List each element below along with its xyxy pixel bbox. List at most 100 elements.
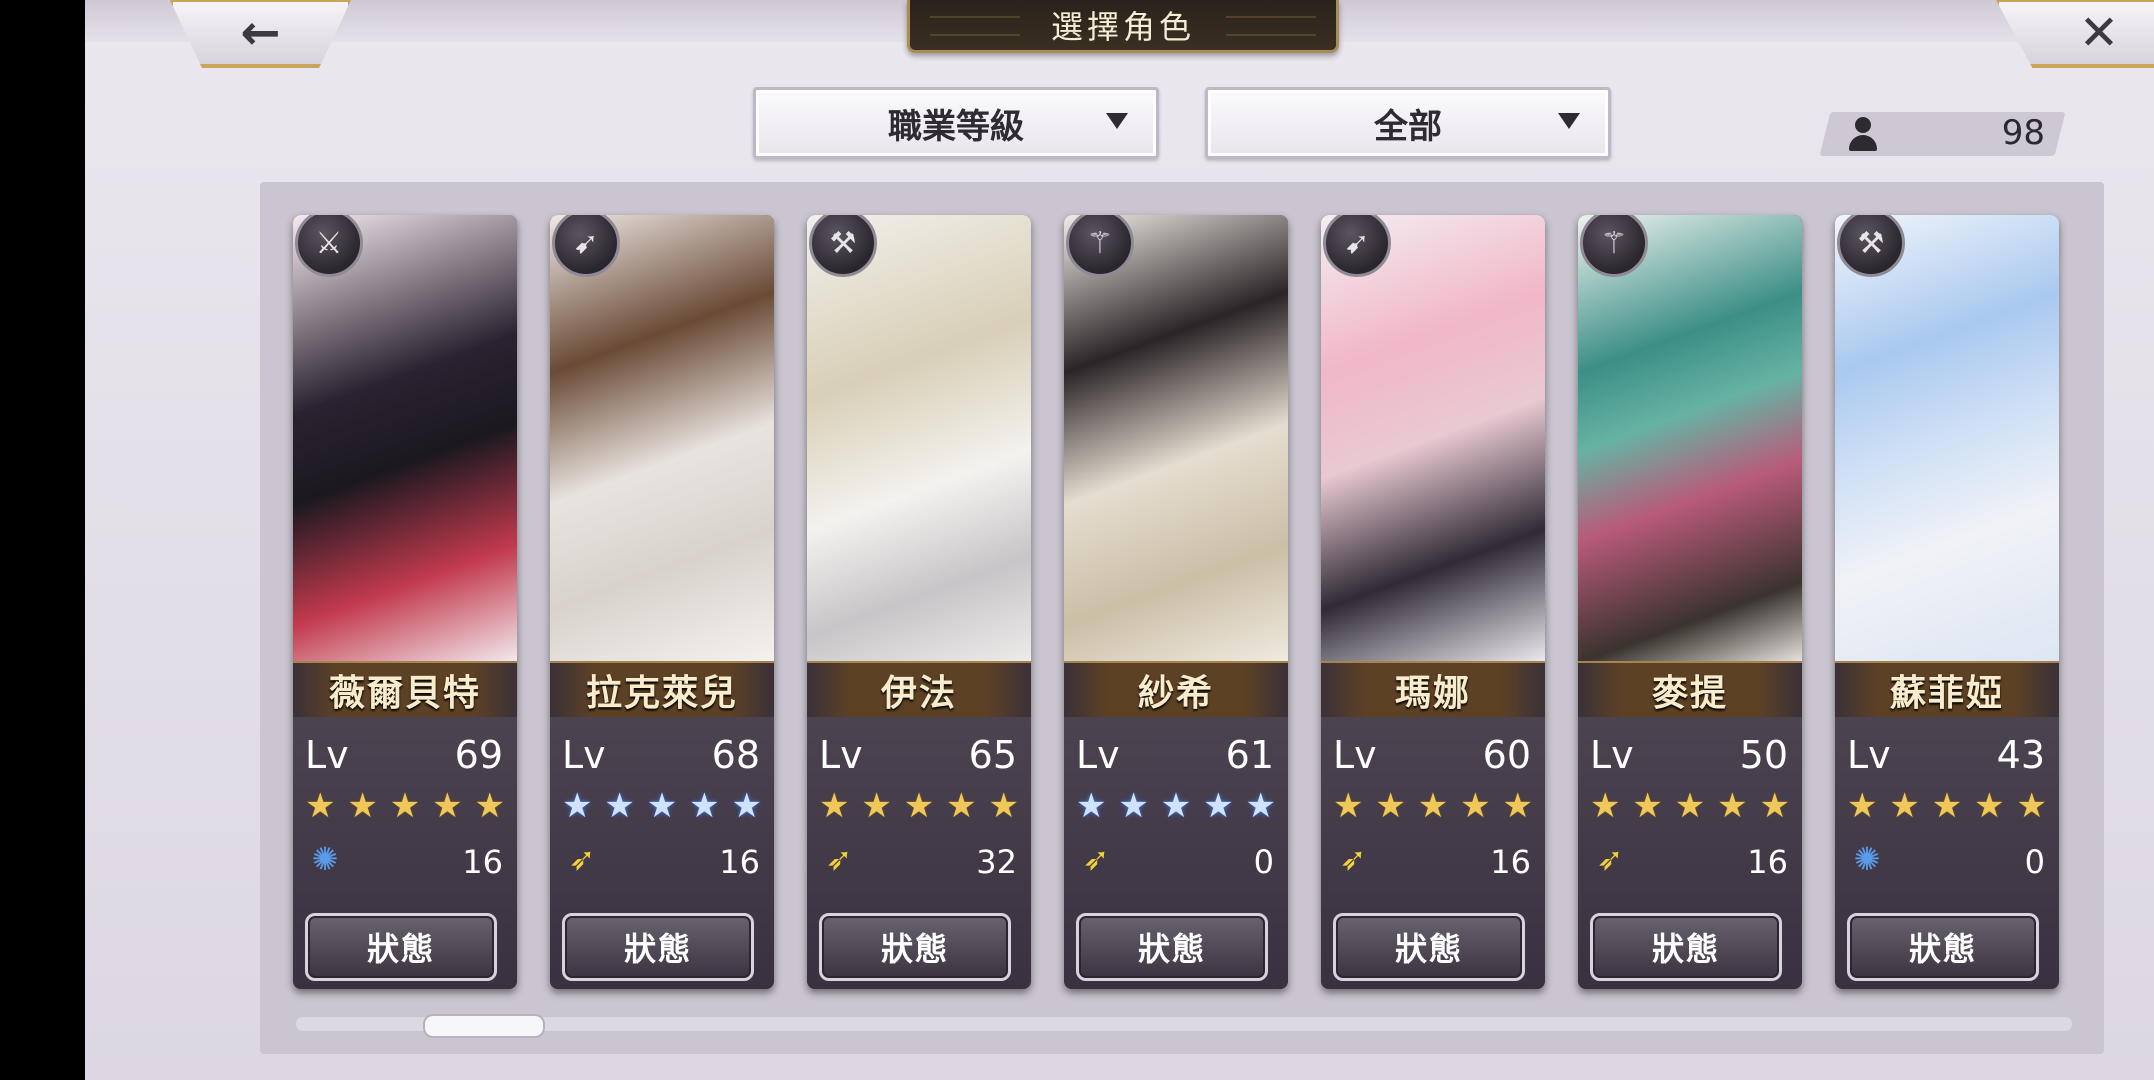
level-value: 60 [1482, 733, 1531, 777]
scrollbar-track[interactable] [296, 1017, 2072, 1031]
back-arrow-icon: ← [240, 5, 281, 61]
star-icon: ★ [474, 786, 505, 826]
light-icon: ➶ [568, 840, 596, 878]
star-icon: ★ [689, 786, 720, 826]
close-button[interactable]: ✕ [1995, 0, 2154, 68]
character-info: Lv 61 ★ ★ ★ ★ ★ ➶ 0 狀態 [1064, 717, 1288, 989]
status-button[interactable]: 狀態 [562, 913, 754, 981]
element-value: 32 [976, 843, 1017, 881]
star-icon: ★ [1632, 786, 1663, 826]
wind-icon: ✺ [1853, 840, 1881, 878]
level-label: Lv [305, 733, 349, 777]
roster-count: 98 [2001, 113, 2045, 153]
level-label: Lv [1076, 733, 1120, 777]
character-card[interactable]: ⚔ 薇爾貝特 Lv 69 ★ ★ ★ ★ ★ ✺ 16 狀態 [293, 215, 517, 989]
star-icon: ★ [1847, 786, 1878, 826]
status-button-label: 狀態 [880, 930, 949, 968]
light-icon: ➶ [1596, 840, 1624, 878]
rarity-stars: ★ ★ ★ ★ ★ [1333, 789, 1533, 823]
back-button[interactable]: ← [169, 0, 352, 68]
character-portrait[interactable] [1064, 215, 1288, 661]
close-icon: ✕ [2078, 5, 2120, 61]
character-card[interactable]: ➹ 瑪娜 Lv 60 ★ ★ ★ ★ ★ ➶ 16 狀態 [1321, 215, 1545, 989]
rarity-stars: ★ ★ ★ ★ ★ [305, 789, 505, 823]
character-info: Lv 68 ★ ★ ★ ★ ★ ➶ 16 狀態 [550, 717, 774, 989]
rarity-stars: ★ ★ ★ ★ ★ [819, 789, 1019, 823]
character-portrait[interactable] [1835, 215, 2059, 661]
star-icon: ★ [1590, 786, 1621, 826]
scrollbar-thumb[interactable] [423, 1014, 545, 1038]
star-icon: ★ [1759, 786, 1790, 826]
character-name: 伊法 [807, 661, 1031, 719]
wind-icon: ✺ [311, 840, 339, 878]
status-button-label: 狀態 [1908, 930, 1977, 968]
character-name: 麥提 [1578, 661, 1802, 719]
character-card[interactable]: ⚚ 紗希 Lv 61 ★ ★ ★ ★ ★ ➶ 0 狀態 [1064, 215, 1288, 989]
character-card[interactable]: ➹ 拉克萊兒 Lv 68 ★ ★ ★ ★ ★ ➶ 16 狀態 [550, 215, 774, 989]
status-button[interactable]: 狀態 [305, 913, 497, 981]
star-icon: ★ [819, 786, 850, 826]
status-button[interactable]: 狀態 [1847, 913, 2039, 981]
character-portrait[interactable] [1578, 215, 1802, 661]
rarity-stars: ★ ★ ★ ★ ★ [562, 789, 762, 823]
category-dropdown[interactable]: 全部 [1205, 87, 1611, 159]
star-icon: ★ [1931, 786, 1963, 826]
character-info: Lv 69 ★ ★ ★ ★ ★ ✺ 16 狀態 [293, 717, 517, 989]
star-icon: ★ [1245, 786, 1276, 826]
star-icon: ★ [1460, 786, 1491, 826]
star-icon: ★ [1333, 786, 1364, 826]
star-icon: ★ [305, 786, 336, 826]
element-value: 0 [2024, 843, 2045, 881]
element-value: 16 [462, 843, 503, 881]
status-button-label: 狀態 [366, 930, 435, 968]
star-icon: ★ [946, 786, 977, 826]
star-icon: ★ [389, 786, 421, 826]
element-value: 16 [719, 843, 760, 881]
star-icon: ★ [1889, 786, 1920, 826]
star-icon: ★ [1160, 786, 1192, 826]
status-button[interactable]: 狀態 [1590, 913, 1782, 981]
level-label: Lv [1590, 733, 1634, 777]
star-icon: ★ [562, 786, 593, 826]
job-level-dropdown-label: 職業等級 [888, 106, 1024, 147]
character-info: Lv 65 ★ ★ ★ ★ ★ ➶ 32 狀態 [807, 717, 1031, 989]
level-value: 65 [968, 733, 1017, 777]
status-button[interactable]: 狀態 [1076, 913, 1268, 981]
star-icon: ★ [988, 786, 1019, 826]
rarity-stars: ★ ★ ★ ★ ★ [1076, 789, 1276, 823]
character-name: 瑪娜 [1321, 661, 1545, 719]
level-value: 69 [454, 733, 503, 777]
star-icon: ★ [1118, 786, 1149, 826]
rarity-stars: ★ ★ ★ ★ ★ [1590, 789, 1790, 823]
character-card[interactable]: ⚒ 蘇菲婭 Lv 43 ★ ★ ★ ★ ★ ✺ 0 狀態 [1835, 215, 2059, 989]
status-button[interactable]: 狀態 [819, 913, 1011, 981]
character-card[interactable]: ⚒ 伊法 Lv 65 ★ ★ ★ ★ ★ ➶ 32 狀態 [807, 215, 1031, 989]
star-icon: ★ [1502, 786, 1533, 826]
star-icon: ★ [1674, 786, 1706, 826]
character-info: Lv 60 ★ ★ ★ ★ ★ ➶ 16 狀態 [1321, 717, 1545, 989]
character-portrait[interactable] [550, 215, 774, 661]
status-button-label: 狀態 [623, 930, 692, 968]
level-label: Lv [1333, 733, 1377, 777]
star-icon: ★ [1417, 786, 1449, 826]
status-button[interactable]: 狀態 [1333, 913, 1525, 981]
character-portrait[interactable] [1321, 215, 1545, 661]
status-button-label: 狀態 [1651, 930, 1720, 968]
level-label: Lv [819, 733, 863, 777]
character-card[interactable]: ⚚ 麥提 Lv 50 ★ ★ ★ ★ ★ ➶ 16 狀態 [1578, 215, 1802, 989]
character-info: Lv 50 ★ ★ ★ ★ ★ ➶ 16 狀態 [1578, 717, 1802, 989]
star-icon: ★ [861, 786, 892, 826]
character-portrait[interactable] [807, 215, 1031, 661]
star-icon: ★ [432, 786, 463, 826]
rarity-stars: ★ ★ ★ ★ ★ [1847, 789, 2047, 823]
star-icon: ★ [1717, 786, 1748, 826]
level-label: Lv [562, 733, 606, 777]
level-value: 68 [711, 733, 760, 777]
element-value: 16 [1747, 843, 1788, 881]
job-level-dropdown[interactable]: 職業等級 [753, 87, 1159, 159]
person-icon [1847, 117, 1879, 151]
status-button-label: 狀態 [1137, 930, 1206, 968]
character-portrait[interactable] [293, 215, 517, 661]
chevron-down-icon [1558, 113, 1580, 129]
light-icon: ➶ [1082, 840, 1110, 878]
